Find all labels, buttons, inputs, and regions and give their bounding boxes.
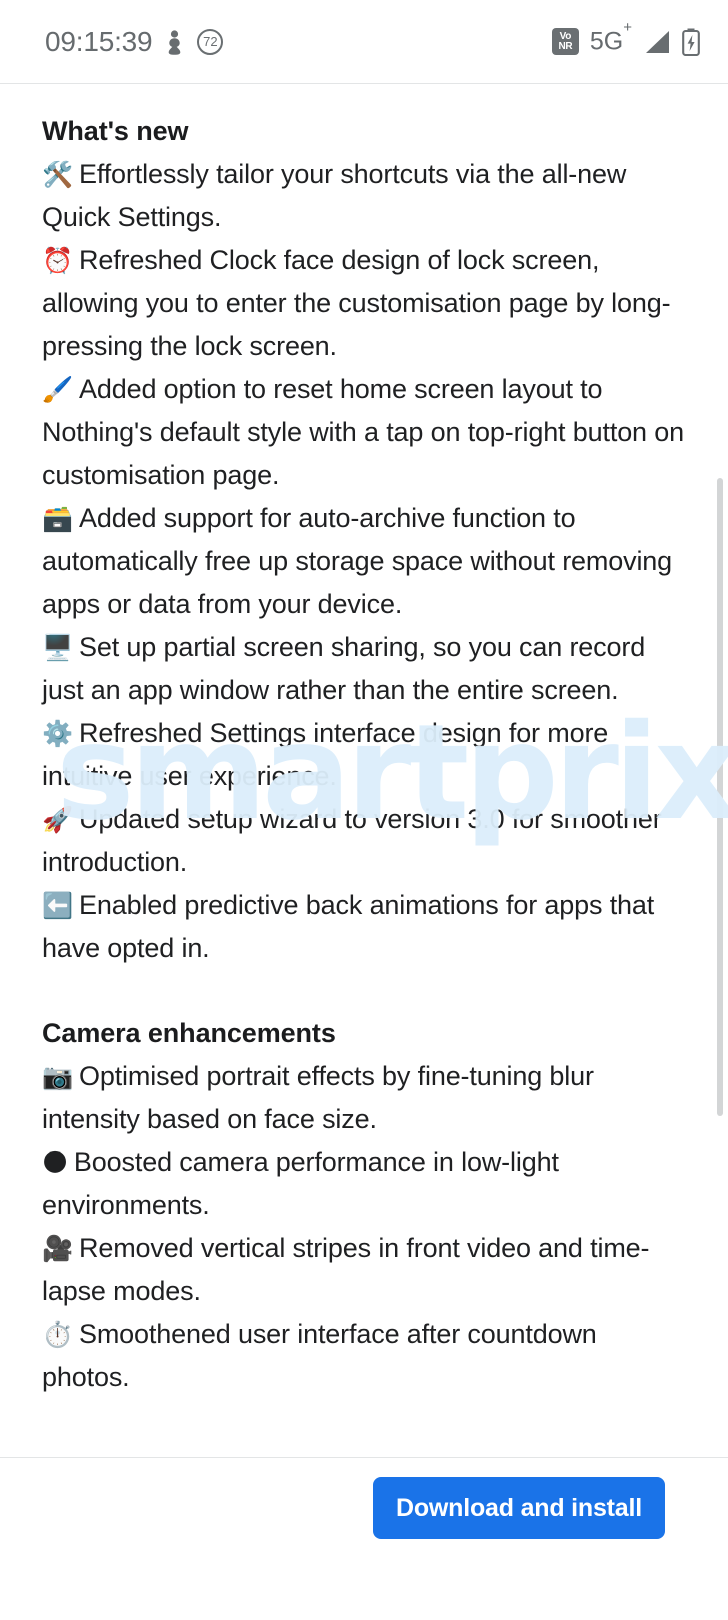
status-bar-right: Vo NR 5G+ bbox=[551, 20, 700, 56]
changelog-bullet: 🌑 Boosted camera performance in low-light… bbox=[42, 1141, 684, 1227]
changelog-bullet-text: Effortlessly tailor your shortcuts via t… bbox=[42, 159, 627, 232]
network-type-label: 5G+ bbox=[589, 20, 632, 56]
hammer-and-wrench-icon: 🛠️ bbox=[42, 160, 73, 189]
camera-icon: 📷 bbox=[42, 1062, 73, 1091]
vonr-line-2: NR bbox=[558, 40, 573, 52]
changelog-bullet: ⏰ Refreshed Clock face design of lock scr… bbox=[42, 239, 684, 368]
changelog-section: What's new 🛠️ Effortlessly tailor your sho… bbox=[42, 110, 684, 970]
changelog-bullet: 📷 Optimised portrait effects by fine-tuni… bbox=[42, 1055, 684, 1141]
changelog-bullet-text: Added option to reset home screen layout… bbox=[42, 374, 685, 490]
vonr-line-1: Vo bbox=[559, 30, 572, 42]
signal-strength-icon bbox=[643, 29, 671, 55]
changelog-bullet: 🗃️ Added support for auto-archive functio… bbox=[42, 497, 684, 626]
changelog-bullet-text: Enabled predictive back animations for a… bbox=[42, 890, 655, 963]
changelog-bullet: 🖥️ Set up partial screen sharing, so you … bbox=[42, 626, 684, 712]
update-details-screen: 09:15:39 72 Vo NR 5G+ What's new 🛠️ Effo… bbox=[0, 0, 728, 1620]
rocket-icon: 🚀 bbox=[42, 805, 73, 834]
changelog-bullet-text: Refreshed Settings interface design for … bbox=[42, 718, 609, 791]
changelog-bullet: 🚀 Updated setup wizard to version 3.0 for… bbox=[42, 798, 684, 884]
changelog-bullet: ⚙️ Refreshed Settings interface design fo… bbox=[42, 712, 684, 798]
stopwatch-icon: ⏱️ bbox=[42, 1320, 73, 1349]
section-title: Camera enhancements bbox=[42, 1018, 336, 1048]
changelog-bullet-text: Refreshed Clock face design of lock scre… bbox=[42, 245, 671, 361]
section-title: What's new bbox=[42, 116, 189, 146]
card-file-box-icon: 🗃️ bbox=[42, 504, 73, 533]
vonr-badge: Vo NR bbox=[551, 28, 579, 55]
paintbrush-icon: 🖌️ bbox=[42, 375, 73, 404]
network-type-superscript: + bbox=[623, 19, 632, 37]
left-arrow-icon: ⬅️ bbox=[42, 891, 73, 920]
new-moon-icon: 🌑 bbox=[42, 1148, 68, 1177]
changelog-section: Camera enhancements 📷 Optimised portrait e… bbox=[42, 1012, 684, 1399]
network-type-text: 5G bbox=[589, 27, 624, 56]
changelog-bullet-list: 📷 Optimised portrait effects by fine-tuni… bbox=[42, 1055, 684, 1399]
scrollbar-thumb[interactable] bbox=[717, 478, 723, 1116]
changelog-bullet: ⏱️ Smoothened user interface after countd… bbox=[42, 1313, 684, 1399]
alarm-clock-icon: ⏰ bbox=[42, 246, 73, 275]
movie-camera-icon: 🎥 bbox=[42, 1234, 73, 1263]
changelog-bullet: ⬅️ Enabled predictive back animations for… bbox=[42, 884, 684, 970]
battery-charging-icon bbox=[682, 28, 700, 56]
changelog-bullet-text: Updated setup wizard to version 3.0 for … bbox=[42, 804, 662, 877]
footer-bar: Download and install bbox=[0, 1458, 728, 1620]
status-bar-left: 09:15:39 72 bbox=[45, 25, 224, 57]
status-bar: 09:15:39 72 Vo NR 5G+ bbox=[0, 0, 728, 83]
notification-count-badge: 72 bbox=[197, 28, 224, 55]
changelog-sections: What's new 🛠️ Effortlessly tailor your sho… bbox=[42, 110, 684, 1399]
changelog-bullet: 🎥 Removed vertical stripes in front video… bbox=[42, 1227, 684, 1313]
changelog-scroll-area[interactable]: What's new 🛠️ Effortlessly tailor your sho… bbox=[0, 84, 728, 1457]
changelog-bullet-text: Set up partial screen sharing, so you ca… bbox=[42, 632, 646, 705]
changelog-bullet-text: Boosted camera performance in low-light … bbox=[42, 1147, 559, 1220]
download-and-install-button[interactable]: Download and install bbox=[373, 1477, 665, 1539]
clock-label: 09:15:39 bbox=[45, 25, 153, 57]
changelog-bullet-list: 🛠️ Effortlessly tailor your shortcuts via… bbox=[42, 153, 684, 970]
changelog-bullet: 🖌️ Added option to reset home screen layo… bbox=[42, 368, 684, 497]
desktop-computer-icon: 🖥️ bbox=[42, 633, 73, 662]
changelog-bullet-text: Added support for auto-archive function … bbox=[42, 503, 673, 619]
changelog-bullet-text: Optimised portrait effects by fine-tunin… bbox=[42, 1061, 594, 1134]
changelog-bullet: 🛠️ Effortlessly tailor your shortcuts via… bbox=[42, 153, 684, 239]
changelog-bullet-text: Smoothened user interface after countdow… bbox=[42, 1319, 597, 1392]
gear-icon: ⚙️ bbox=[42, 719, 73, 748]
changelog-bullet-text: Removed vertical stripes in front video … bbox=[42, 1233, 650, 1306]
vibrate-icon bbox=[166, 29, 183, 55]
